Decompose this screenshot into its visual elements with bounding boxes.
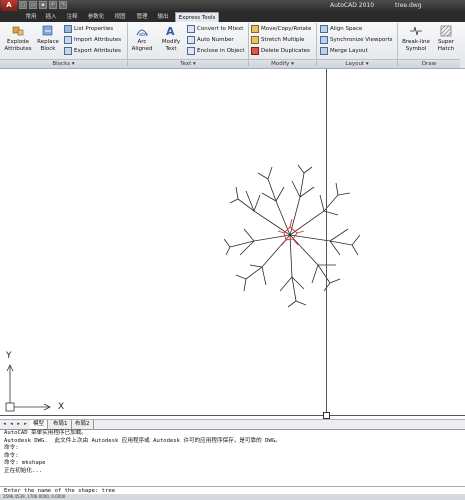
crosshair-vertical	[326, 69, 327, 419]
break-line-icon	[410, 26, 422, 36]
drawing-area[interactable]: Y X	[0, 69, 465, 419]
command-history: AutoCAD 菜单实用程序已加载。 Autodesk DWG. 此文件上次由 …	[0, 429, 465, 486]
app-title: AutoCAD 2010	[330, 2, 375, 9]
tree-shape	[223, 164, 361, 308]
tab-parametric[interactable]: 参数化	[84, 12, 108, 22]
text-panel-label[interactable]: Text ▾	[128, 59, 248, 68]
open-icon[interactable]: ▭	[29, 1, 37, 9]
command-history-line: 命令: mkshape	[4, 460, 46, 466]
redo-icon[interactable]: ↷	[59, 1, 67, 9]
explode-attributes-button[interactable]: Explode Attributes	[2, 24, 34, 58]
command-history-line: AutoCAD 菜单实用程序已加载。	[4, 430, 87, 436]
arc-aligned-button[interactable]: abc Arc Aligned	[129, 24, 155, 58]
enclose-object-icon	[187, 46, 195, 55]
delete-duplicates-icon	[251, 46, 259, 55]
merge-layout-icon	[320, 46, 328, 55]
ribbon-tabs: 常用 插入 注释 参数化 视图 管理 输出 Express Tools	[0, 11, 465, 22]
coordinate-readout: 2596.4539, 1706.0000, 0.0000	[3, 494, 66, 499]
undo-icon[interactable]: ↶	[49, 1, 57, 9]
quick-access-toolbar: □ ▭ ▪ ↶ ↷	[19, 1, 67, 10]
command-history-line: 正在初始化...	[4, 467, 43, 474]
modify-text-icon: A	[166, 25, 175, 38]
import-attributes-icon	[64, 35, 72, 44]
align-space-button[interactable]: Align Space	[320, 24, 362, 34]
export-attributes-icon	[64, 46, 72, 55]
draw-panel-label[interactable]: Draw	[398, 59, 460, 68]
ribbon: Explode Attributes Replace Block List Pr…	[0, 22, 465, 69]
modify-panel-label[interactable]: Modify ▾	[249, 59, 316, 68]
replace-block-button[interactable]: Replace Block	[35, 24, 61, 58]
save-icon[interactable]: ▪	[39, 1, 47, 9]
command-line-input[interactable]: Enter the name of the shape: tree	[0, 486, 465, 494]
command-history-line: 命令:	[4, 452, 19, 459]
break-line-symbol-button[interactable]: Break-line Symbol	[399, 24, 433, 58]
list-properties-button[interactable]: List Properties	[64, 24, 113, 34]
layout-tabs-bar: ◂ ◂ ▸ ▸ 模型 布局1 布局2	[0, 419, 465, 429]
auto-number-button[interactable]: Auto Number	[187, 35, 234, 45]
ucs-y-label: Y	[6, 351, 12, 361]
layout-panel-label[interactable]: Layout ▾	[317, 59, 397, 68]
arc-aligned-text-icon: abc	[136, 29, 148, 38]
stretch-multiple-button[interactable]: Stretch Multiple	[251, 35, 304, 45]
delete-duplicates-button[interactable]: Delete Duplicates	[251, 46, 310, 56]
command-history-line: Autodesk DWG. 此文件上次由 Autodesk 应用程序或 Auto…	[4, 437, 281, 444]
import-attributes-button[interactable]: Import Attributes	[64, 35, 121, 45]
tab-output[interactable]: 输出	[154, 12, 172, 22]
list-properties-icon	[64, 24, 72, 33]
crosshair-horizontal	[0, 415, 465, 416]
next-tab-icon[interactable]: ▸	[15, 421, 22, 428]
title-bar: A □ ▭ ▪ ↶ ↷ AutoCAD 2010 tree.dwg	[0, 0, 465, 11]
auto-number-icon	[187, 35, 195, 44]
enclose-in-object-button[interactable]: Enclose in Object	[187, 46, 245, 56]
synchronize-viewports-icon	[320, 35, 328, 44]
merge-layout-button[interactable]: Merge Layout	[320, 46, 368, 56]
replace-block-icon	[42, 25, 53, 36]
export-attributes-button[interactable]: Export Attributes	[64, 46, 121, 56]
tab-express-tools[interactable]: Express Tools	[175, 12, 219, 22]
new-icon[interactable]: □	[19, 1, 27, 9]
super-hatch-button[interactable]: Super Hatch	[434, 24, 458, 58]
tab-view[interactable]: 视图	[111, 12, 129, 22]
autocad-window: A □ ▭ ▪ ↶ ↷ AutoCAD 2010 tree.dwg 常用 插入 …	[0, 0, 465, 500]
move-copy-rotate-button[interactable]: Move/Copy/Rotate	[251, 24, 311, 34]
command-history-line: 命令:	[4, 445, 19, 451]
last-tab-icon[interactable]: ▸	[22, 421, 29, 428]
tab-annotate[interactable]: 注释	[63, 12, 81, 22]
tab-model[interactable]: 模型	[30, 420, 49, 429]
ucs-x-label: X	[58, 402, 65, 412]
svg-text:A: A	[166, 25, 175, 38]
svg-text:abc: abc	[139, 32, 148, 38]
explode-icon	[12, 26, 24, 36]
tab-home[interactable]: 常用	[22, 12, 40, 22]
file-name: tree.dwg	[395, 2, 422, 9]
blocks-panel-label[interactable]: Blocks ▾	[0, 59, 127, 68]
synchronize-viewports-button[interactable]: Synchronize Viewports	[320, 35, 392, 45]
tab-layout2[interactable]: 布局2	[72, 420, 94, 429]
convert-to-mtext-button[interactable]: Convert to Mtext	[187, 24, 243, 34]
super-hatch-icon	[440, 25, 452, 37]
stretch-multiple-icon	[251, 35, 259, 44]
crosshair-pickbox	[323, 412, 330, 419]
tab-layout1[interactable]: 布局1	[50, 420, 72, 429]
model-space	[5, 164, 361, 412]
tab-manage[interactable]: 管理	[133, 12, 151, 22]
move-copy-rotate-icon	[251, 24, 259, 33]
convert-mtext-icon	[187, 24, 195, 33]
prev-tab-icon[interactable]: ◂	[8, 421, 15, 428]
ucs-icon	[5, 364, 51, 412]
modify-text-button[interactable]: A Modify Text	[157, 24, 185, 58]
align-space-icon	[320, 24, 328, 33]
first-tab-icon[interactable]: ◂	[1, 421, 8, 428]
status-bar: 2596.4539, 1706.0000, 0.0000	[0, 494, 465, 500]
application-menu-button[interactable]: A	[1, 0, 17, 11]
tab-insert[interactable]: 插入	[42, 12, 60, 22]
